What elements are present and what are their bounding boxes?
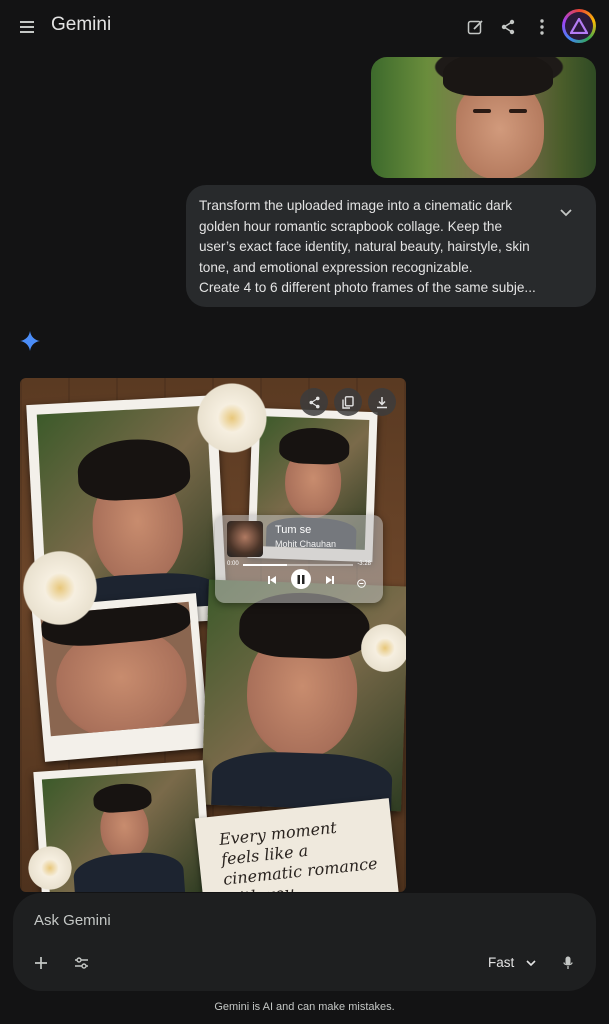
prompt-line: tone, and emotional expression recogniza… [199, 259, 473, 275]
music-player-widget[interactable]: Tum se Mohit Chauhan 0:00 -3:28 [215, 515, 383, 603]
user-prompt-bubble[interactable]: Transform the uploaded image into a cine… [186, 185, 596, 307]
mic-icon[interactable] [558, 953, 578, 973]
prompt-text: Transform the uploaded image into a cine… [199, 196, 549, 299]
progress-bar[interactable] [243, 564, 353, 566]
prompt-line: Transform the uploaded image into a cine… [199, 198, 513, 213]
edit-icon[interactable] [462, 14, 488, 40]
note-card: Every moment feels like a cinematic roma… [194, 798, 401, 892]
remove-icon[interactable] [357, 579, 366, 588]
prompt-line: Create 4 to 6 different photo frames of … [199, 280, 536, 295]
chevron-down-icon[interactable] [556, 203, 576, 223]
chevron-down-icon [526, 960, 536, 967]
download-icon[interactable] [368, 388, 396, 416]
uploaded-image[interactable] [371, 57, 596, 178]
gemini-spark-icon [20, 331, 40, 351]
plus-icon[interactable] [31, 953, 51, 973]
copy-icon[interactable] [334, 388, 362, 416]
photo-frame [201, 579, 406, 812]
disclaimer-text: Gemini is AI and can make mistakes. [214, 1001, 395, 1013]
mode-label: Fast [488, 955, 515, 970]
pause-icon[interactable] [291, 569, 311, 589]
lily-flower [25, 843, 75, 892]
next-icon[interactable] [325, 575, 335, 585]
generated-collage-image[interactable]: Tum se Mohit Chauhan 0:00 -3:28 Every mo… [20, 378, 406, 892]
lily-flower [360, 618, 406, 678]
more-vert-icon[interactable] [529, 14, 555, 40]
share-icon[interactable] [300, 388, 328, 416]
model-mode-selector[interactable]: Fast [488, 955, 536, 970]
top-bar: Gemini [0, 0, 609, 52]
elapsed-time: 0:00 [227, 561, 239, 567]
ask-gemini-input[interactable]: Ask Gemini [34, 912, 111, 929]
note-text: Every moment feels like a cinematic roma… [218, 817, 379, 892]
avatar-icon[interactable] [562, 9, 596, 43]
prompt-input-box[interactable]: Ask Gemini Fast [13, 893, 596, 991]
share-icon[interactable] [495, 14, 521, 40]
album-art [227, 521, 263, 557]
remaining-time: -3:28 [357, 561, 371, 567]
prompt-line: golden hour romantic scrapbook collage. … [199, 218, 503, 234]
previous-icon[interactable] [267, 575, 277, 585]
prompt-line: user’s exact face identity, natural beau… [199, 239, 530, 254]
menu-icon[interactable] [14, 14, 40, 40]
tune-icon[interactable] [71, 953, 91, 973]
app-title: Gemini [51, 14, 112, 35]
lily-flower [192, 378, 272, 458]
artist-name: Mohit Chauhan [275, 539, 337, 549]
song-title: Tum se [275, 524, 312, 536]
